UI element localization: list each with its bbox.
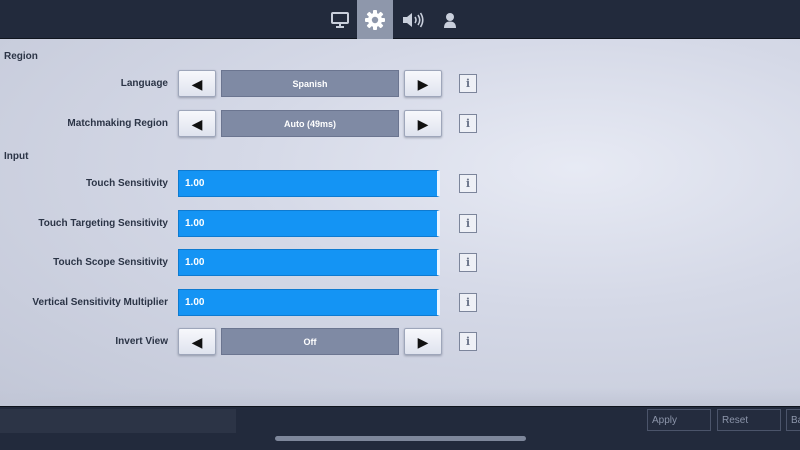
home-indicator[interactable] bbox=[275, 436, 526, 441]
touch-targeting-slider[interactable]: 1.00 bbox=[178, 210, 440, 237]
language-prev-button[interactable]: ◀ bbox=[178, 70, 216, 97]
matchmaking-info-icon[interactable]: i bbox=[459, 114, 477, 133]
tab-display[interactable] bbox=[322, 0, 358, 39]
touch-scope-label: Touch Scope Sensitivity bbox=[53, 257, 168, 268]
language-info-icon[interactable]: i bbox=[459, 74, 477, 93]
section-title-input: Input bbox=[4, 151, 29, 162]
settings-panel: Region Language ◀ Spanish ▶ i Matchmakin… bbox=[0, 39, 800, 406]
touch-sensitivity-info-icon[interactable]: i bbox=[459, 174, 477, 193]
gear-icon bbox=[365, 9, 385, 30]
touch-targeting-info-icon[interactable]: i bbox=[459, 214, 477, 233]
vertical-multiplier-info-icon[interactable]: i bbox=[459, 293, 477, 312]
matchmaking-prev-button[interactable]: ◀ bbox=[178, 110, 216, 137]
tab-account[interactable] bbox=[432, 0, 468, 39]
back-button[interactable]: Ba bbox=[786, 409, 800, 431]
language-label: Language bbox=[120, 78, 168, 89]
touch-scope-info-icon[interactable]: i bbox=[459, 253, 477, 272]
tab-audio[interactable] bbox=[395, 0, 431, 39]
matchmaking-region-value: Auto (49ms) bbox=[221, 110, 399, 137]
invert-view-prev-button[interactable]: ◀ bbox=[178, 328, 216, 355]
speaker-icon bbox=[403, 12, 424, 27]
vertical-multiplier-label: Vertical Sensitivity Multiplier bbox=[32, 297, 168, 308]
touch-sensitivity-label: Touch Sensitivity bbox=[85, 178, 168, 189]
language-next-button[interactable]: ▶ bbox=[404, 70, 442, 97]
matchmaking-region-label: Matchmaking Region bbox=[67, 118, 168, 129]
invert-view-value: Off bbox=[221, 328, 399, 355]
panel-scroll-fade bbox=[0, 388, 800, 406]
bottom-bar: Apply Reset Ba bbox=[0, 406, 800, 450]
reset-button[interactable]: Reset bbox=[717, 409, 781, 431]
invert-view-next-button[interactable]: ▶ bbox=[404, 328, 442, 355]
touch-scope-slider[interactable]: 1.00 bbox=[178, 249, 440, 276]
monitor-icon bbox=[331, 11, 349, 28]
touch-targeting-label: Touch Targeting Sensitivity bbox=[38, 218, 168, 229]
section-title-region: Region bbox=[4, 51, 38, 62]
right-arrow-icon: ▶ bbox=[417, 333, 429, 350]
left-arrow-icon: ◀ bbox=[191, 75, 203, 92]
left-arrow-icon: ◀ bbox=[191, 333, 203, 350]
top-tab-bar bbox=[0, 0, 800, 39]
invert-view-label: Invert View bbox=[115, 336, 168, 347]
apply-button[interactable]: Apply bbox=[647, 409, 711, 431]
invert-view-info-icon[interactable]: i bbox=[459, 332, 477, 351]
right-arrow-icon: ▶ bbox=[417, 75, 429, 92]
person-icon bbox=[444, 12, 456, 28]
left-arrow-icon: ◀ bbox=[191, 115, 203, 132]
language-value: Spanish bbox=[221, 70, 399, 97]
bottom-left-panel bbox=[0, 409, 236, 433]
touch-sensitivity-slider[interactable]: 1.00 bbox=[178, 170, 440, 197]
vertical-multiplier-slider[interactable]: 1.00 bbox=[178, 289, 440, 316]
tab-settings[interactable] bbox=[357, 0, 393, 39]
right-arrow-icon: ▶ bbox=[417, 115, 429, 132]
matchmaking-next-button[interactable]: ▶ bbox=[404, 110, 442, 137]
